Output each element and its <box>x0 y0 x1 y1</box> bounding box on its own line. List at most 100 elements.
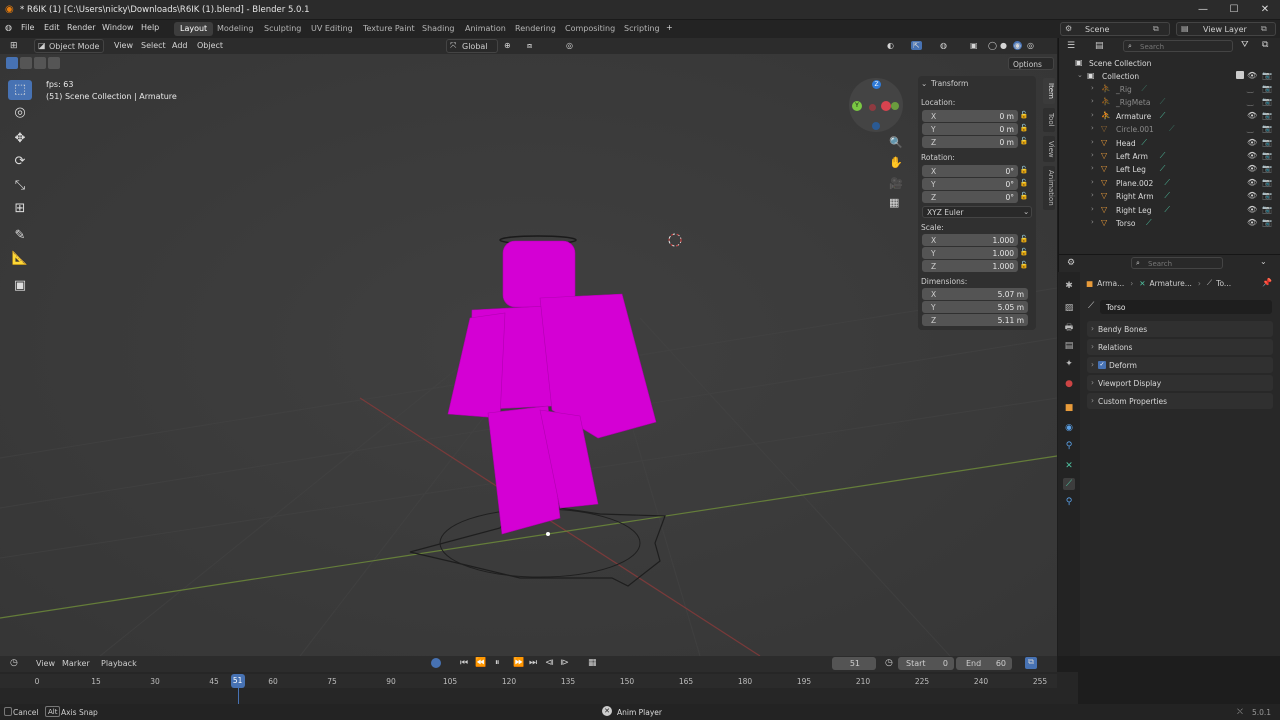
xray-icon[interactable]: ▣ <box>970 41 978 50</box>
jump-start-icon[interactable]: ⏮ <box>460 658 468 668</box>
eye-icon[interactable]: 👁 <box>1247 138 1257 147</box>
render-tab-icon[interactable]: ▨ <box>1063 302 1075 314</box>
camera-icon[interactable]: 📷 <box>1262 71 1272 80</box>
bone-name-input[interactable]: Torso <box>1100 300 1272 314</box>
zoom-icon[interactable]: 🔍 <box>889 136 903 149</box>
blender-menu-icon[interactable]: ◍ <box>5 23 12 32</box>
workspace-tab-layout[interactable]: Layout <box>174 22 214 36</box>
outliner-row[interactable]: › ▽ Circle.001 ⟋ ‿ 📷 <box>1059 123 1280 136</box>
move-tool[interactable]: ✥ <box>8 129 32 149</box>
eye-icon[interactable]: 👁 <box>1247 164 1257 173</box>
transform-tool[interactable]: ⊞ <box>8 199 32 219</box>
eye-icon[interactable]: 👁 <box>1247 205 1257 214</box>
add-workspace-button[interactable]: + <box>666 23 673 32</box>
anim-player-label[interactable]: Anim Player <box>617 708 662 717</box>
transform-header[interactable]: Transform <box>931 79 968 88</box>
eye-icon[interactable]: 👁 <box>1247 151 1257 160</box>
physics-tab-icon[interactable]: ◉ <box>1063 422 1075 434</box>
workspace-tab-uv-editing[interactable]: UV Editing <box>305 22 359 36</box>
camera-icon[interactable]: 📷 <box>1262 205 1272 214</box>
gizmo-x-axis[interactable] <box>881 101 891 111</box>
outliner-row[interactable]: › ▽ Left Leg ⟋ 👁 📷 <box>1059 163 1280 176</box>
properties-editor-icon[interactable]: ⚙ <box>1067 258 1075 268</box>
scale-tool[interactable]: ⤡ <box>8 176 32 196</box>
expand-arrow-icon[interactable]: › <box>1091 178 1094 186</box>
lock-icon[interactable]: 🔓 <box>1019 248 1029 258</box>
menu-file[interactable]: File <box>21 23 34 32</box>
workspace-tab-rendering[interactable]: Rendering <box>509 22 562 36</box>
lock-icon[interactable]: 🔓 <box>1019 111 1029 121</box>
add-cube-tool[interactable]: ▣ <box>8 276 32 296</box>
eye-icon[interactable]: 👁 <box>1247 218 1257 227</box>
panel-relations[interactable]: › Relations <box>1087 339 1273 355</box>
viewport-menu-object[interactable]: Object <box>197 41 223 50</box>
material-shading-icon[interactable]: ◉ <box>1013 41 1022 50</box>
cursor-tool[interactable]: ◎ <box>8 103 32 123</box>
eye-icon[interactable]: 👁 <box>1247 71 1257 80</box>
measure-tool[interactable]: 📐 <box>8 249 32 269</box>
close-button[interactable]: ✕ <box>1250 2 1280 18</box>
keying-menu-icon[interactable]: ⧉ <box>1025 657 1037 669</box>
viewport-menu-add[interactable]: Add <box>172 41 188 50</box>
panel-viewport-display[interactable]: › Viewport Display <box>1087 375 1273 391</box>
dimensions-z-field[interactable]: Z 5.11 m <box>922 314 1028 326</box>
panel-bendy-bones[interactable]: › Bendy Bones <box>1087 321 1273 337</box>
end-frame-field[interactable]: End 60 <box>956 657 1012 670</box>
lock-icon[interactable]: 🔓 <box>1019 261 1029 271</box>
expand-arrow-icon[interactable]: › <box>1091 111 1094 119</box>
minimize-button[interactable]: — <box>1188 2 1218 18</box>
jump-keyframe-forward-icon[interactable]: ⏩ <box>513 658 524 668</box>
gizmo-neg-z[interactable] <box>872 122 880 130</box>
outliner-row[interactable]: › ▽ Right Arm ⟋ 👁 📷 <box>1059 190 1280 203</box>
outliner-row[interactable]: › ▽ Torso ⟋ 👁 📷 <box>1059 217 1280 230</box>
bone-constraints-tab-icon[interactable]: ⚲ <box>1063 496 1075 508</box>
modifier-icon[interactable]: ⟋ <box>1164 191 1170 201</box>
proportional-edit-icon[interactable]: ◎ <box>566 41 573 50</box>
outliner-row[interactable]: › ▽ Left Arm ⟋ 👁 📷 <box>1059 150 1280 163</box>
location-y-field[interactable]: Y 0 m <box>922 123 1018 135</box>
camera-icon[interactable]: 📷 <box>1262 191 1272 200</box>
timeline-menu-playback[interactable]: Playback <box>101 659 137 668</box>
visibility-icon[interactable]: ◐ <box>887 41 894 50</box>
expand-arrow-icon[interactable]: › <box>1091 205 1094 213</box>
sidebar-tab-item[interactable]: Item <box>1043 78 1055 104</box>
modifier-icon[interactable]: ⟋ <box>1164 178 1170 188</box>
expand-arrow-icon[interactable]: › <box>1091 151 1094 159</box>
rotation-mode-select[interactable]: XYZ Euler ⌄ <box>922 206 1032 218</box>
eye-icon[interactable]: ‿ <box>1247 84 1253 93</box>
view-layer-selector[interactable]: ▤ View Layer ⧉ <box>1176 22 1276 36</box>
current-frame-field[interactable]: 51 <box>832 657 876 670</box>
outliner-search-input[interactable]: ⌕ Search <box>1123 40 1233 52</box>
deform-checkbox[interactable]: ✓ <box>1098 361 1106 369</box>
workspace-tab-compositing[interactable]: Compositing <box>559 22 621 36</box>
jump-end-icon[interactable]: ⏭ <box>529 658 537 668</box>
modifier-icon[interactable]: ⟋ <box>1160 97 1166 107</box>
rotate-tool[interactable]: ⟳ <box>8 152 32 172</box>
outliner-row[interactable]: › ⛹ Armature ⟋ 👁 📷 <box>1059 110 1280 123</box>
pause-icon[interactable]: ⏸ <box>495 658 500 668</box>
overlay-icon[interactable]: ◍ <box>940 41 947 50</box>
timeline-menu-view[interactable]: View <box>36 659 55 668</box>
transform-orientation-selector[interactable]: ⤧ Global <box>446 39 498 53</box>
sidebar-tab-view[interactable]: View <box>1043 136 1055 162</box>
annotate-tool[interactable]: ✎ <box>8 226 32 246</box>
maximize-button[interactable]: ☐ <box>1219 2 1249 18</box>
world-tab-icon[interactable]: ● <box>1063 378 1075 390</box>
lock-icon[interactable]: 🔓 <box>1019 124 1029 134</box>
bone-tab-icon[interactable]: ⟋ <box>1063 478 1075 490</box>
select-new-icon[interactable] <box>6 57 18 69</box>
snap-icon[interactable]: ⧈ <box>527 41 532 51</box>
gizmo-neg-x[interactable] <box>869 104 876 111</box>
modifier-icon[interactable]: ⟋ <box>1169 124 1175 134</box>
menu-help[interactable]: Help <box>141 23 159 32</box>
outliner-editor-icon[interactable]: ☰ <box>1067 41 1075 51</box>
properties-search-input[interactable]: ⌕ Search <box>1131 257 1223 269</box>
modifier-icon[interactable]: ⟋ <box>1160 164 1166 174</box>
select-box-tool[interactable]: ⬚ <box>8 80 32 100</box>
gizmo-z-axis[interactable]: Z <box>872 80 881 89</box>
view-layer-tab-icon[interactable]: ▤ <box>1063 340 1075 352</box>
wireframe-shading-icon[interactable]: ◯ <box>988 41 997 50</box>
gizmo-neg-y[interactable] <box>891 102 899 110</box>
expand-arrow-icon[interactable]: › <box>1091 97 1094 105</box>
dimensions-x-field[interactable]: X 5.07 m <box>922 288 1028 300</box>
